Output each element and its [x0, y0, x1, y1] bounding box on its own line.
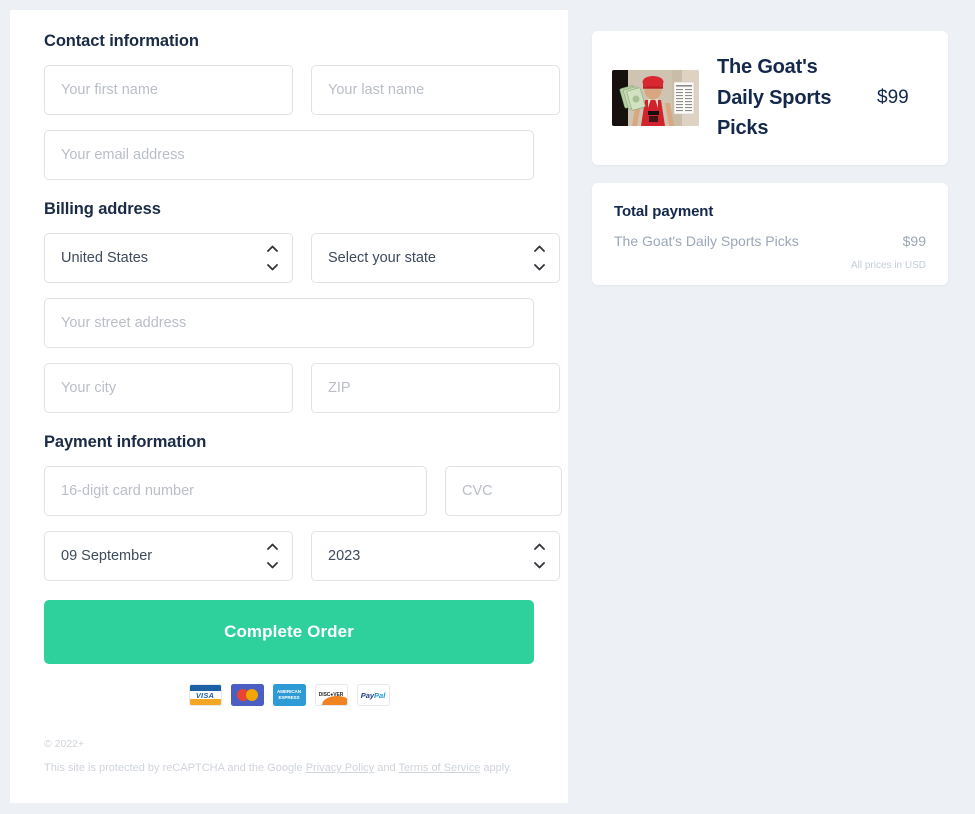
expiry-year-value: 2023	[328, 548, 361, 564]
footer: © 2022+ This site is protected by reCAPT…	[44, 738, 534, 775]
expiry-month-select[interactable]: 09 September	[44, 531, 293, 581]
email-placeholder: Your email address	[61, 147, 185, 163]
chevron-updown-icon	[266, 245, 278, 271]
product-title: The Goat's Daily Sports Picks	[717, 56, 832, 140]
state-select[interactable]: Select your state	[311, 233, 560, 283]
first-name-input[interactable]: Your first name	[44, 65, 293, 115]
paypal-label-pal: Pal	[374, 690, 386, 700]
total-payment-heading: Total payment	[614, 203, 714, 220]
expiry-year-select[interactable]: 2023	[311, 531, 560, 581]
state-value: Select your state	[328, 250, 436, 266]
cvc-placeholder: CVC	[462, 483, 493, 499]
first-name-placeholder: Your first name	[61, 82, 158, 98]
expiry-month-value: 09 September	[61, 548, 153, 564]
product-price: $99	[877, 87, 909, 108]
chevron-updown-icon	[533, 543, 545, 569]
city-input[interactable]: Your city	[44, 363, 293, 413]
paypal-card-icon: Pay Pal	[356, 684, 390, 706]
city-zip-row: Your city ZIP	[44, 363, 560, 413]
total-payment-card: Total payment The Goat's Daily Sports Pi…	[592, 183, 948, 285]
chevron-updown-icon	[266, 543, 278, 569]
email-input[interactable]: Your email address	[44, 130, 534, 180]
line-item-label: The Goat's Daily Sports Picks	[614, 233, 799, 249]
email-row: Your email address	[44, 130, 534, 180]
product-card: The Goat's Daily Sports Picks $99	[592, 31, 948, 165]
line-item-price: $99	[902, 233, 926, 249]
discover-label: DISC●VER	[318, 692, 344, 698]
payment-information-heading: Payment information	[44, 433, 207, 451]
product-thumbnail-image	[612, 70, 699, 126]
checkout-form-panel: Contact information Your first name Your…	[10, 10, 568, 803]
last-name-placeholder: Your last name	[328, 82, 425, 98]
street-row: Your street address	[44, 298, 534, 348]
zip-placeholder: ZIP	[328, 380, 351, 396]
chevron-updown-icon	[533, 245, 545, 271]
recaptcha-suffix: apply.	[480, 762, 512, 774]
card-row: 16-digit card number CVC	[44, 466, 562, 516]
country-select[interactable]: United States	[44, 233, 293, 283]
expiry-row: 09 September 2023	[44, 531, 560, 581]
amex-label-line2: EXPRESS	[278, 695, 300, 700]
street-address-input[interactable]: Your street address	[44, 298, 534, 348]
order-summary: The Goat's Daily Sports Picks $99 Total …	[592, 31, 948, 285]
complete-order-button[interactable]: Complete Order	[44, 600, 534, 664]
cvc-input[interactable]: CVC	[445, 466, 562, 516]
copyright-text: © 2022+	[44, 738, 85, 750]
name-row: Your first name Your last name	[44, 65, 560, 115]
visa-card-icon: VISA	[188, 684, 222, 706]
recaptcha-prefix: This site is protected by reCAPTCHA and …	[44, 762, 306, 774]
billing-address-heading: Billing address	[44, 200, 161, 218]
recaptcha-mid: and	[374, 762, 399, 774]
card-number-placeholder: 16-digit card number	[61, 483, 194, 499]
total-line-item: The Goat's Daily Sports Picks $99	[614, 233, 926, 249]
city-placeholder: Your city	[61, 380, 117, 396]
country-value: United States	[61, 250, 149, 266]
paypal-label-pay: Pay	[360, 690, 375, 700]
contact-information-heading: Contact information	[44, 32, 199, 50]
zip-input[interactable]: ZIP	[311, 363, 560, 413]
amex-card-icon: AMERICAN EXPRESS	[272, 684, 306, 706]
card-number-input[interactable]: 16-digit card number	[44, 466, 427, 516]
accepted-payment-methods: VISA AMERICAN EXPRESS DISC●VER Pay Pal	[44, 684, 534, 706]
checkout-page: Contact information Your first name Your…	[0, 0, 975, 814]
mastercard-card-icon	[230, 684, 264, 706]
currency-note: All prices in USD	[850, 260, 926, 271]
visa-label: VISA	[195, 690, 215, 700]
recaptcha-notice: This site is protected by reCAPTCHA and …	[44, 761, 534, 775]
country-state-row: United States Select your state	[44, 233, 560, 283]
last-name-input[interactable]: Your last name	[311, 65, 560, 115]
privacy-policy-link[interactable]: Privacy Policy	[306, 762, 374, 774]
discover-card-icon: DISC●VER	[314, 684, 348, 706]
terms-of-service-link[interactable]: Terms of Service	[398, 762, 480, 774]
street-address-placeholder: Your street address	[61, 315, 187, 331]
